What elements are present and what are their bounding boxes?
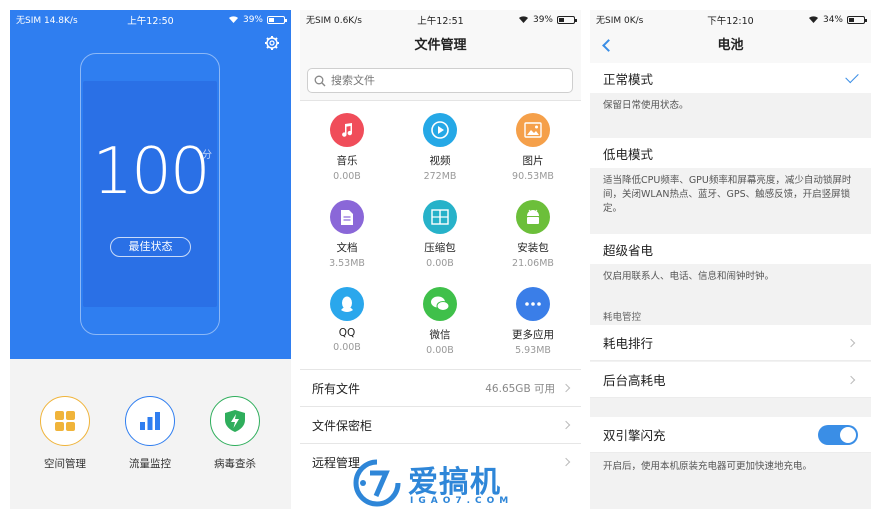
chevron-right-icon (561, 383, 571, 393)
storage-grid-icon (55, 411, 75, 431)
section-label: 耗电管控 (603, 312, 642, 323)
mode-description: 仅启用联系人、电话、信息和闹钟时钟。 (590, 264, 871, 306)
status-carrier: 无SIM 0K/s (596, 16, 644, 26)
phone-battery-screen: 无SIM 0K/s 下午12:10 34% 电池 正常模式 保留日常使用状态。 … (590, 10, 871, 509)
tool-label: 空间管理 (44, 458, 86, 470)
watermark-logo: 爱搞机 IGAO7.COM (352, 455, 527, 513)
music-icon (342, 123, 353, 137)
chevron-right-icon (561, 420, 571, 430)
tool-label: 病毒查杀 (214, 458, 256, 470)
watermark-url: IGAO7.COM (410, 496, 514, 506)
category-wechat[interactable]: 微信 0.00B (395, 287, 485, 356)
android-icon (527, 209, 539, 224)
dual-engine-toggle[interactable] (818, 424, 858, 445)
archive-icon (431, 209, 449, 225)
status-battery-percent: 39% (532, 14, 553, 25)
tool-traffic-monitor[interactable]: 流量监控 (115, 396, 185, 471)
category-apk[interactable]: 安装包 21.06MB (488, 200, 578, 269)
best-state-button[interactable]: 最佳状态 (110, 237, 191, 257)
phone-optimizer-screen: 无SIM 14.8K/s 上午12:50 39% 100 分 最佳状态 空间管理… (10, 10, 291, 509)
battery-icon (267, 15, 287, 24)
play-icon (431, 121, 449, 139)
tool-label: 流量监控 (129, 458, 171, 470)
search-input[interactable] (331, 74, 551, 87)
mode-description: 保留日常使用状态。 (590, 93, 871, 135)
igao7-logo-icon (353, 459, 401, 507)
free-space: 46.65GB 可用 (485, 382, 555, 395)
mode-low-power[interactable]: 低电模式 适当降低CPU频率、GPU频率和屏幕亮度，减少自动锁屏时间，关闭WLA… (590, 138, 871, 232)
chevron-right-icon (561, 457, 571, 467)
category-documents[interactable]: 文档 3.53MB (302, 200, 392, 269)
status-bar: 无SIM 14.8K/s 上午12:50 39% (10, 10, 291, 29)
file-safe-row[interactable]: 文件保密柜 (300, 406, 581, 443)
document-icon (341, 209, 353, 225)
status-time: 上午12:51 (417, 15, 464, 27)
tool-space-management[interactable]: 空间管理 (30, 396, 100, 471)
search-box[interactable] (307, 68, 573, 93)
tool-virus-scan[interactable]: 病毒查杀 (200, 396, 270, 471)
mode-super-saver[interactable]: 超级省电 仅启用联系人、电话、信息和闹钟时钟。 (590, 234, 871, 306)
all-files-row[interactable]: 所有文件 46.65GB 可用 (300, 369, 581, 406)
chevron-right-icon (846, 375, 856, 384)
dual-engine-charge-row: 双引擎闪充 (590, 417, 871, 453)
battery-icon (557, 15, 577, 24)
more-icon (525, 302, 541, 306)
background-high-drain-row[interactable]: 后台高耗电 (590, 362, 871, 398)
tool-shortcuts: 空间管理 流量监控 病毒查杀 (10, 359, 291, 509)
mode-description: 适当降低CPU频率、GPU频率和屏幕亮度，减少自动锁屏时间，关闭WLAN热点、蓝… (590, 168, 871, 232)
page-title: 电池 (717, 38, 744, 53)
score-unit: 分 (202, 150, 212, 161)
category-video[interactable]: 视频 272MB (395, 113, 485, 182)
optimization-score: 100 (92, 135, 210, 209)
back-icon[interactable] (602, 39, 615, 52)
gear-icon[interactable] (264, 35, 280, 51)
status-time: 上午12:50 (127, 15, 174, 27)
phone-file-manager-screen: 无SIM 0.6K/s 上午12:51 39% 文件管理 音乐 0.00B (300, 10, 581, 509)
status-carrier: 无SIM 0.6K/s (306, 16, 362, 26)
category-images[interactable]: 图片 90.53MB (488, 113, 578, 182)
status-bar: 无SIM 0K/s 下午12:10 34% (590, 10, 871, 29)
category-qq[interactable]: QQ 0.00B (302, 287, 392, 353)
mode-normal[interactable]: 正常模式 保留日常使用状态。 (590, 63, 871, 135)
wechat-icon (431, 296, 450, 311)
score-hero: 无SIM 14.8K/s 上午12:50 39% 100 分 最佳状态 (10, 10, 291, 359)
qq-icon (341, 296, 353, 312)
status-battery-percent: 34% (822, 14, 843, 25)
watermark-text: 爱搞机 (408, 465, 501, 500)
wifi-icon (808, 16, 818, 23)
page-title: 文件管理 (300, 29, 581, 63)
battery-icon (847, 15, 867, 24)
search-icon (314, 75, 326, 86)
wifi-icon (518, 16, 528, 23)
chevron-right-icon (846, 338, 856, 347)
category-grid: 音乐 0.00B 视频 272MB 图片 90.53MB 文档 3.53MB 压… (300, 101, 581, 369)
shield-bolt-icon (225, 410, 245, 432)
status-bar: 无SIM 0.6K/s 上午12:51 39% (300, 10, 581, 29)
power-ranking-row[interactable]: 耗电排行 (590, 325, 871, 361)
bar-chart-icon (140, 412, 160, 430)
status-time: 下午12:10 (707, 15, 754, 27)
dual-engine-note: 开启后，使用本机原装充电器可更加快速地充电。 (603, 461, 813, 472)
status-battery-percent: 39% (242, 14, 263, 25)
category-archives[interactable]: 压缩包 0.00B (395, 200, 485, 269)
check-icon (845, 69, 859, 83)
category-more-apps[interactable]: 更多应用 5.93MB (488, 287, 578, 356)
image-icon (524, 122, 542, 138)
status-carrier: 无SIM 14.8K/s (16, 16, 78, 26)
category-music[interactable]: 音乐 0.00B (302, 113, 392, 182)
wifi-icon (228, 16, 238, 23)
